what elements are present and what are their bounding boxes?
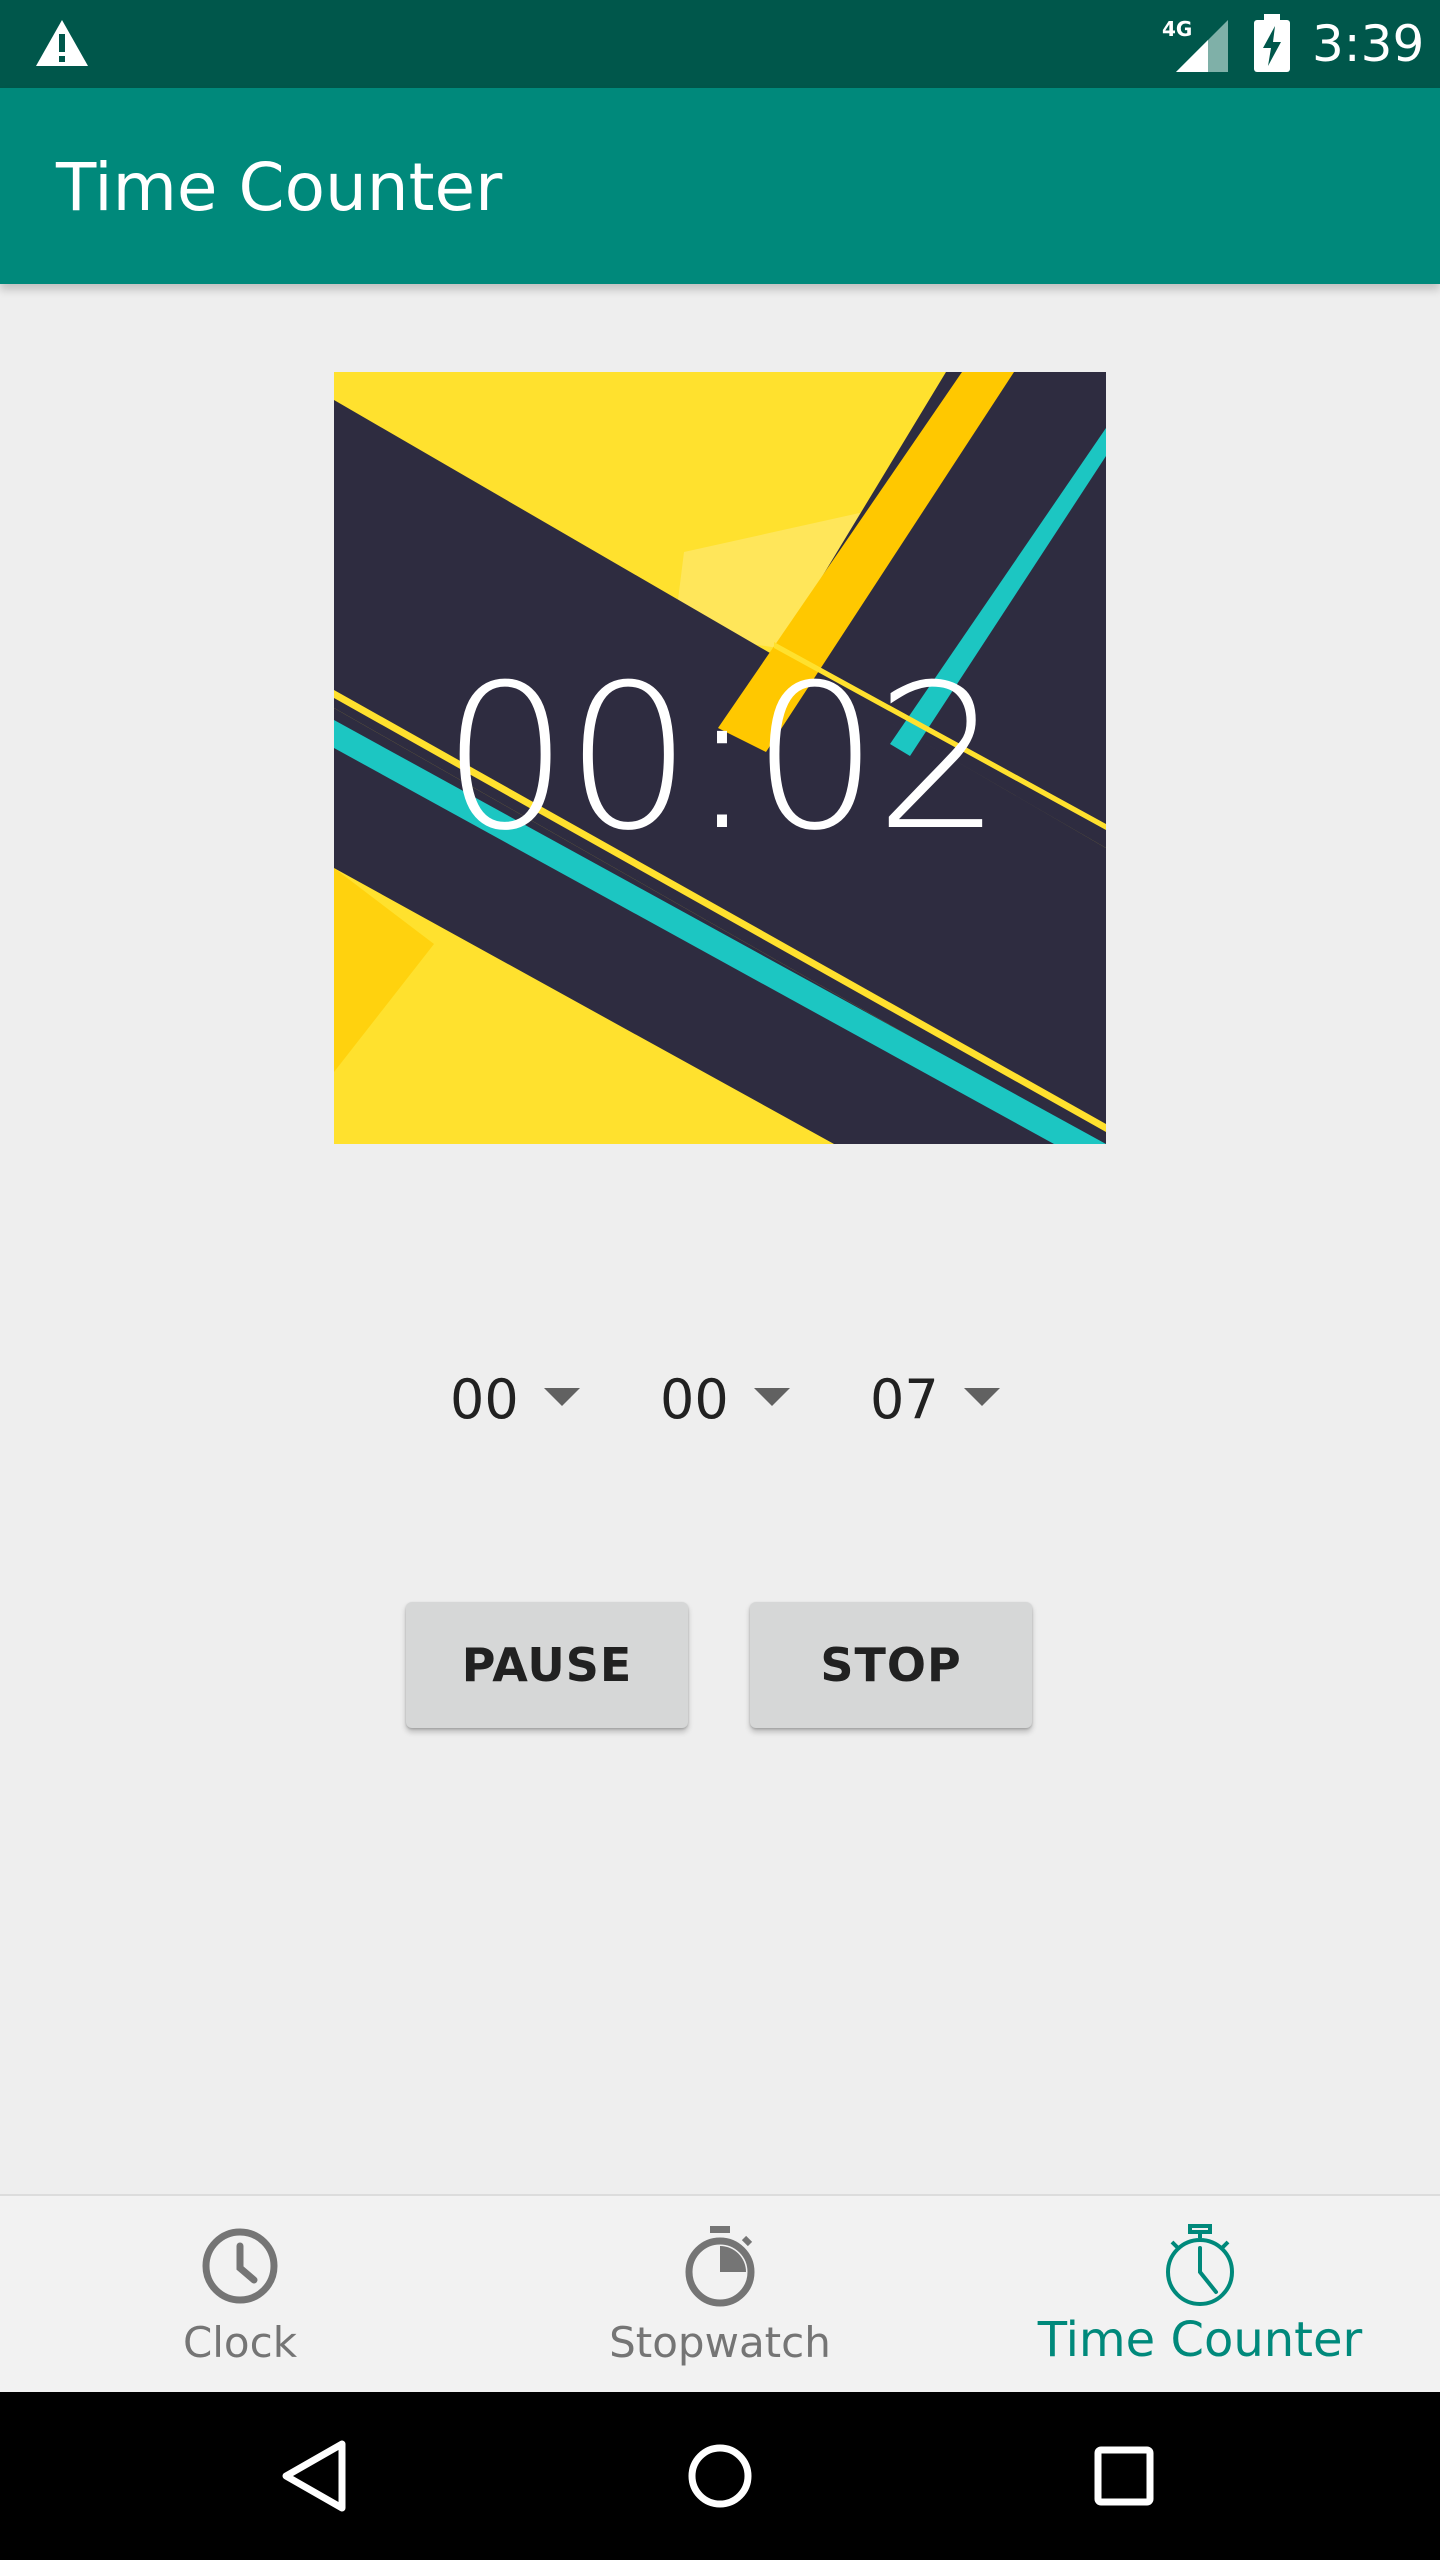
dropdown-arrow-icon: [754, 1388, 790, 1406]
minutes-value: 00: [660, 1368, 729, 1431]
home-icon[interactable]: [680, 2436, 760, 2516]
nav-label-clock: Clock: [182, 2318, 298, 2367]
signal-icon: 4G: [1162, 17, 1228, 72]
nav-item-time-counter[interactable]: Time Counter: [960, 2196, 1440, 2394]
timer-icon: [1166, 2224, 1234, 2306]
nav-label-time-counter: Time Counter: [1037, 2312, 1363, 2368]
dropdown-arrow-icon: [544, 1388, 580, 1406]
pause-button[interactable]: PAUSE: [406, 1602, 688, 1728]
system-navigation-bar: [0, 2392, 1440, 2560]
recents-icon[interactable]: [1084, 2436, 1164, 2516]
nav-label-stopwatch: Stopwatch: [609, 2318, 831, 2367]
seconds-dropdown[interactable]: 07: [870, 1360, 1020, 1440]
back-icon[interactable]: [276, 2436, 356, 2516]
status-bar: 4G 3:39: [0, 0, 1440, 88]
time-pickers: 00 00 07: [0, 1360, 1440, 1440]
status-time: 3:39: [1312, 15, 1425, 73]
seconds-value: 07: [870, 1368, 939, 1431]
dropdown-arrow-icon: [964, 1388, 1000, 1406]
stopwatch-icon: [685, 2226, 755, 2307]
stop-button[interactable]: STOP: [750, 1602, 1032, 1728]
hours-dropdown[interactable]: 00: [450, 1360, 600, 1440]
nav-item-stopwatch[interactable]: Stopwatch: [480, 2196, 960, 2394]
app-title: Time Counter: [56, 149, 503, 226]
clock-icon: [202, 2228, 278, 2304]
battery-charging-icon: [1254, 14, 1290, 72]
warning-icon: [36, 20, 88, 66]
hours-value: 00: [450, 1368, 519, 1431]
minutes-dropdown[interactable]: 00: [660, 1360, 810, 1440]
nav-item-clock[interactable]: Clock: [0, 2196, 480, 2394]
timer-display: 00:02: [441, 641, 1002, 875]
bottom-navigation: Clock Stopwatch Time Counter: [0, 2194, 1440, 2392]
app-bar: Time Counter: [0, 88, 1440, 284]
svg-text:4G: 4G: [1162, 17, 1192, 41]
